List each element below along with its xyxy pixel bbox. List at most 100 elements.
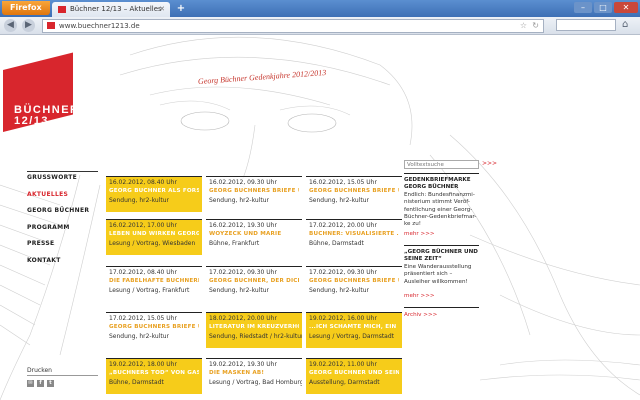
event-date: 17.02.2012, 09.30 Uhr [309,269,377,276]
event-card[interactable]: 16.02.2012, 08.40 Uhr GEORG BÜCHNER ALS F… [106,176,202,212]
event-title[interactable]: GEORG BÜCHNERS BRIEFE U... [309,278,399,284]
news-more-link-1[interactable]: mehr >>> [404,231,435,237]
event-title[interactable]: „BÜCHNERS TOD“ VON GAS... [109,370,199,376]
close-window-button[interactable]: ✕ [614,2,638,13]
event-card[interactable]: 19.02.2012, 19.30 Uhr DIE MASKEN AB! Lesun… [206,358,302,394]
event-title[interactable]: GEORG BÜCHNER, DER DICH... [209,278,299,284]
new-tab-button[interactable]: + [175,3,187,15]
logo-text[interactable]: BÜCHNER 12/13 [14,105,80,127]
menu-item-kontakt[interactable]: KONTAKT [27,256,98,273]
news-title-ausstellung[interactable]: „GEORG BÜCHNER UND SEINE ZEIT“ [404,249,479,263]
navigation-bar: ◀ ▶ www.buechner1213.de ☆ ↻ ⌂ [0,17,640,35]
event-card[interactable]: 16.02.2012, 15.05 Uhr GEORG BÜCHNERS BRIE… [306,176,402,212]
event-title[interactable]: GEORG BÜCHNER UND SEIN... [309,370,399,376]
menu-item-programm[interactable]: PROGRAMM [27,223,98,240]
web-page: BÜCHNER 12/13 Georg Büchner Gedenkjahre … [0,35,640,400]
event-title[interactable]: ...ICH SCHÄMTE MICH, EIN ... [309,324,399,330]
main-menu: GRUSSWORTE AKTUELLES GEORG BÜCHNER PROGR… [27,171,98,273]
event-title[interactable]: GEORG BÜCHNER ALS FORS... [109,188,199,194]
event-card[interactable]: 19.02.2012, 18.00 Uhr „BÜCHNERS TOD“ VON … [106,358,202,394]
event-title[interactable]: BÜCHNER: VISUALISIERTE ... [309,231,399,237]
search-submit-link[interactable]: >>> [482,160,497,167]
browser-tab[interactable]: Büchner 12/13 – Aktuelles ✕ [52,2,170,17]
event-category-location: Lesung / Vortrag, Darmstadt [309,333,395,340]
event-date: 16.02.2012, 09.30 Uhr [209,179,277,186]
event-category-location: Bühne, Darmstadt [309,240,364,247]
event-title[interactable]: GEORG BÜCHNERS BRIEFE U... [209,188,299,194]
address-bar[interactable]: www.buechner1213.de ☆ ↻ [42,19,544,33]
event-card[interactable]: 17.02.2012, 08.40 Uhr DIE FABELHAFTE BÜCH… [106,266,202,302]
event-title[interactable]: GEORG BÜCHNERS BRIEFE U... [309,188,399,194]
firefox-menu-button[interactable]: Firefox [2,1,50,15]
event-title[interactable]: LITERATUR IM KREUZVERHÖR [209,324,299,330]
event-category-location: Bühne, Darmstadt [109,379,164,386]
event-date: 16.02.2012, 15.05 Uhr [309,179,377,186]
event-card[interactable]: 17.02.2012, 09.30 Uhr GEORG BÜCHNER, DER … [206,266,302,302]
facebook-share-icon[interactable]: f [37,380,44,387]
event-card[interactable]: 19.02.2012, 11.00 Uhr GEORG BÜCHNER UND S… [306,358,402,394]
reload-icon[interactable]: ↻ [532,20,539,32]
event-card[interactable]: 16.02.2012, 09.30 Uhr GEORG BÜCHNERS BRIE… [206,176,302,212]
event-category-location: Sendung, hr2-kultur [309,197,369,204]
event-card[interactable]: 17.02.2012, 15.05 Uhr GEORG BÜCHNERS BRIE… [106,312,202,348]
event-title[interactable]: DIE MASKEN AB! [209,370,299,376]
event-card[interactable]: 17.02.2012, 09.30 Uhr GEORG BÜCHNERS BRIE… [306,266,402,302]
logo-line-2: 12/13 [14,115,50,127]
event-card[interactable]: 16.02.2012, 19.30 Uhr WOYZECK UND MARIE Bü… [206,219,302,255]
event-category-location: Sendung, hr2-kultur [109,333,169,340]
event-card[interactable]: 19.02.2012, 16.00 Uhr ...ICH SCHÄMTE MICH… [306,312,402,348]
archive-link[interactable]: Archiv >>> [404,312,437,318]
event-card[interactable]: 16.02.2012, 17.00 Uhr LEBEN UND WIRKEN GE… [106,219,202,255]
event-category-location: Sendung, hr2-kultur [109,197,169,204]
twitter-share-icon[interactable]: t [47,380,54,387]
forward-icon[interactable]: ▶ [22,19,35,32]
event-card[interactable]: 17.02.2012, 20.00 Uhr BÜCHNER: VISUALISIE… [306,219,402,255]
menu-item-presse[interactable]: PRESSE [27,239,98,256]
event-title[interactable]: DIE FABELHAFTE BÜCHNERB... [109,278,199,284]
event-category-location: Sendung, hr2-kultur [309,287,369,294]
sidebar-divider [404,245,479,246]
news-more-link-2[interactable]: mehr >>> [404,293,435,299]
event-title[interactable]: LEBEN UND WIRKEN GEORG ... [109,231,199,237]
event-date: 19.02.2012, 18.00 Uhr [109,361,177,368]
news-title-briefmarke[interactable]: GEDENKBRIEFMARKE GEORG BÜCHNER [404,177,479,191]
event-date: 16.02.2012, 17.00 Uhr [109,222,177,229]
event-date: 17.02.2012, 08.40 Uhr [109,269,177,276]
event-date: 16.02.2012, 19.30 Uhr [209,222,277,229]
event-category-location: Ausstellung, Darmstadt [309,379,380,386]
event-date: 16.02.2012, 08.40 Uhr [109,179,177,186]
event-date: 17.02.2012, 15.05 Uhr [109,315,177,322]
bookmark-star-icon[interactable]: ☆ [520,20,527,32]
home-icon[interactable]: ⌂ [622,19,628,30]
menu-divider [27,171,98,172]
tab-close-icon[interactable]: ✕ [159,2,165,17]
event-date: 19.02.2012, 11.00 Uhr [309,361,377,368]
event-category-location: Sendung, Riedstadt / hr2-kultur [209,333,302,340]
menu-item-grussworte[interactable]: GRUSSWORTE [27,173,98,190]
email-share-icon[interactable]: ✉ [27,380,34,387]
back-icon[interactable]: ◀ [4,19,17,32]
event-title[interactable]: WOYZECK UND MARIE [209,231,299,237]
tab-title: Büchner 12/13 – Aktuelles [70,5,162,13]
maximize-button[interactable]: □ [594,2,612,13]
event-date: 18.02.2012, 20.00 Uhr [209,315,277,322]
print-divider [27,375,98,376]
event-date: 19.02.2012, 16.00 Uhr [309,315,377,322]
sidebar-divider [404,307,479,308]
browser-titlebar: Firefox Büchner 12/13 – Aktuelles ✕ + – … [0,0,640,17]
sidebar-divider [404,173,479,174]
event-title[interactable]: GEORG BÜCHNERS BRIEFE U... [109,324,199,330]
browser-search-input[interactable] [556,19,616,31]
minimize-button[interactable]: – [574,2,592,13]
url-text: www.buechner1213.de [59,22,140,30]
menu-item-georg-buechner[interactable]: GEORG BÜCHNER [27,206,98,223]
print-link[interactable]: Drucken [27,367,52,374]
fulltext-search-input[interactable]: Volltextsuche [404,160,479,169]
site-favicon-icon [47,22,55,29]
event-category-location: Lesung / Vortrag, Bad Homburg v.d.Höhe [209,379,302,386]
event-category-location: Lesung / Vortrag, Frankfurt [109,287,190,294]
event-card[interactable]: 18.02.2012, 20.00 Uhr LITERATUR IM KREUZV… [206,312,302,348]
event-category-location: Sendung, hr2-kultur [209,287,269,294]
menu-item-aktuelles[interactable]: AKTUELLES [27,190,98,207]
event-category-location: Lesung / Vortrag, Wiesbaden [109,240,196,247]
